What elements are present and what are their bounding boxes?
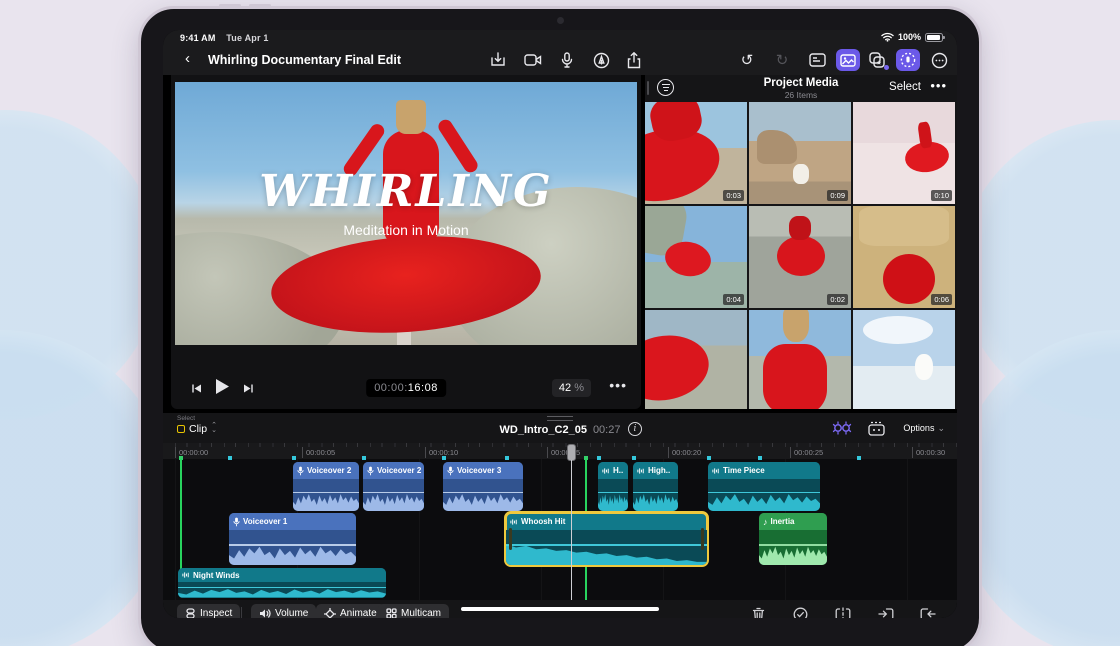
- volume-button: [249, 4, 271, 7]
- media-more-button[interactable]: •••: [930, 78, 947, 93]
- media-thumbnail[interactable]: 0:02: [749, 206, 851, 308]
- timeline-clip[interactable]: Voiceover 2: [363, 462, 424, 511]
- multicam-viewer-icon[interactable]: [867, 421, 886, 436]
- media-thumbnail[interactable]: 0:06: [853, 206, 955, 308]
- insert-clip-button[interactable]: [876, 605, 896, 618]
- duration-badge: 0:03: [723, 190, 744, 201]
- ruler-tick: 00:00:05: [302, 447, 335, 458]
- play-button[interactable]: [215, 378, 230, 400]
- media-thumbnail[interactable]: [749, 310, 851, 409]
- home-indicator[interactable]: [461, 607, 659, 611]
- toolbar-divider: [241, 607, 242, 618]
- select-button[interactable]: Select: [889, 81, 921, 93]
- timecode-display[interactable]: 00:00:16:08: [366, 379, 446, 397]
- back-button[interactable]: ‹: [185, 50, 190, 67]
- animate-button[interactable]: Animate: [316, 604, 385, 618]
- timeline-header: Select Clip ⌃⌄ WD_Intro_C2_0500:27 i Opt…: [163, 413, 957, 443]
- front-camera: [557, 17, 564, 24]
- volume-button-toolbar[interactable]: Volume: [251, 604, 316, 618]
- duration-badge: 0:02: [827, 294, 848, 305]
- project-media-panel: Project Media 26 Items Select ••• 0:03 0…: [645, 75, 957, 409]
- jog-wheel-button[interactable]: [896, 49, 920, 71]
- redo-button[interactable]: ↻: [770, 49, 794, 71]
- split-clip-button[interactable]: [833, 605, 853, 618]
- video-preview[interactable]: WHIRLING Meditation in Motion: [175, 82, 637, 345]
- timeline-clip-selected[interactable]: Whoosh Hit: [506, 513, 707, 565]
- timeline-tracks[interactable]: Voiceover 2 Voiceover 2 Voiceover 3 H.. …: [163, 459, 957, 600]
- wifi-icon: [881, 32, 894, 42]
- media-grid: 0:03 0:09 0:10 0:04 0:02 0:06: [645, 102, 957, 409]
- inspect-button[interactable]: Inspect: [177, 604, 240, 618]
- media-thumbnail[interactable]: 0:03: [645, 102, 747, 204]
- skip-forward-icon[interactable]: [243, 381, 254, 399]
- project-duration: 00:27: [593, 424, 621, 436]
- timeline-ruler[interactable]: 00:00:00 00:00:05 00:00:10 00:00:15 00:0…: [163, 443, 957, 459]
- title-overlay: WHIRLING: [175, 166, 637, 217]
- status-time: 9:41 AM Tue Apr 1: [180, 33, 269, 43]
- clock: 9:41 AM: [180, 33, 216, 43]
- media-header: Project Media 26 Items Select •••: [645, 75, 957, 102]
- date: Tue Apr 1: [226, 33, 268, 43]
- ruler-tick: 00:00:30: [912, 447, 945, 458]
- top-bar: 9:41 AM Tue Apr 1 100% ‹ Whirling Docume…: [163, 30, 957, 75]
- media-thumbnail[interactable]: 0:09: [749, 102, 851, 204]
- effects-browser-button[interactable]: [865, 49, 889, 71]
- zoom-level[interactable]: 42 %: [552, 379, 591, 397]
- viewer-controls: 00:00:16:08 42 % •••: [171, 371, 641, 409]
- share-button[interactable]: [622, 49, 646, 71]
- duration-badge: 0:04: [723, 294, 744, 305]
- timeline-clip[interactable]: Voiceover 2: [293, 462, 359, 511]
- notification-dot: [884, 65, 889, 70]
- ruler-tick: 00:00:25: [790, 447, 823, 458]
- multicam-button[interactable]: Multicam: [378, 604, 449, 618]
- playhead-handle[interactable]: [567, 444, 576, 461]
- ipad-device-frame: 9:41 AM Tue Apr 1 100% ‹ Whirling Docume…: [138, 6, 982, 646]
- delete-button[interactable]: [748, 605, 768, 618]
- select-mode-label: Select: [177, 415, 195, 422]
- more-button[interactable]: [927, 49, 951, 71]
- viewer-panel: WHIRLING Meditation in Motion 00:00:16:0…: [171, 75, 641, 409]
- timeline-clip[interactable]: ♪Inertia: [759, 513, 827, 565]
- connected-clips-icon[interactable]: [831, 420, 853, 436]
- titles-browser-button[interactable]: [805, 49, 829, 71]
- import-button[interactable]: [486, 49, 510, 71]
- timeline-clip[interactable]: H..: [598, 462, 628, 511]
- viewer-more-button[interactable]: •••: [609, 377, 627, 393]
- media-thumbnail[interactable]: 0:04: [645, 206, 747, 308]
- media-thumbnail[interactable]: [853, 310, 955, 409]
- media-thumbnail[interactable]: 0:10: [853, 102, 955, 204]
- timeline-clip[interactable]: Voiceover 1: [229, 513, 356, 565]
- timeline-clip[interactable]: Night Winds: [178, 568, 386, 598]
- battery-icon: [925, 33, 943, 42]
- duration-badge: 0:06: [931, 294, 952, 305]
- document-title: Whirling Documentary Final Edit: [208, 53, 401, 67]
- battery-percent: 100%: [898, 32, 921, 42]
- camera-button[interactable]: [521, 49, 545, 71]
- undo-button[interactable]: ↺: [735, 49, 759, 71]
- playhead-line: [571, 460, 573, 600]
- microphone-button[interactable]: [555, 49, 579, 71]
- dancer-hat: [396, 100, 426, 134]
- media-thumbnail[interactable]: [645, 310, 747, 409]
- volume-button: [219, 4, 241, 7]
- info-button[interactable]: i: [628, 422, 642, 436]
- media-browser-button[interactable]: [836, 49, 860, 71]
- timeline-drag-handle[interactable]: [547, 416, 573, 421]
- duration-badge: 0:10: [931, 190, 952, 201]
- ruler-tick: 00:00:20: [668, 447, 701, 458]
- app-screen: 9:41 AM Tue Apr 1 100% ‹ Whirling Docume…: [163, 30, 957, 618]
- append-clip-button[interactable]: [918, 605, 938, 618]
- marker-line: [180, 459, 182, 569]
- subtitle-overlay: Meditation in Motion: [175, 222, 637, 238]
- skip-back-icon[interactable]: [191, 381, 202, 399]
- pencil-tool-button[interactable]: [589, 49, 613, 71]
- timeline-clip[interactable]: Voiceover 3: [443, 462, 523, 511]
- approve-button[interactable]: [790, 605, 810, 618]
- timeline-clip[interactable]: High..: [633, 462, 678, 511]
- playhead[interactable]: [567, 444, 576, 600]
- timeline-clip[interactable]: Time Piece: [708, 462, 820, 511]
- duration-badge: 0:09: [827, 190, 848, 201]
- options-button[interactable]: Options⌄: [900, 422, 945, 434]
